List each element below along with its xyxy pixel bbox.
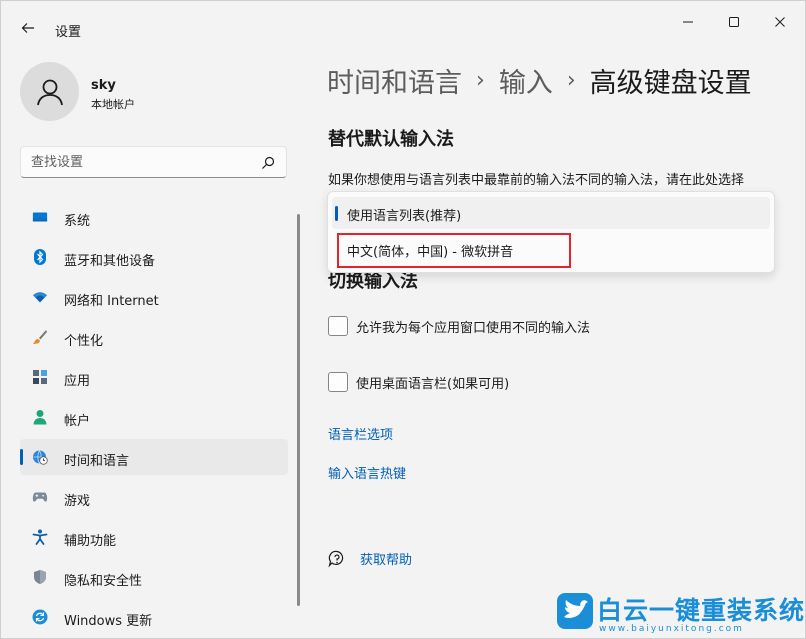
sidebar-item-network[interactable]: 网络和 Internet — [20, 279, 288, 315]
update-icon — [32, 609, 48, 625]
language-bar-options-link[interactable]: 语言栏选项 — [328, 424, 393, 443]
sidebar-item-accounts[interactable]: 帐户 — [20, 399, 288, 435]
maximize-icon — [729, 17, 739, 27]
dropdown-option-label: 中文(简体，中国) - 微软拼音 — [347, 245, 514, 260]
wifi-icon — [32, 289, 48, 305]
user-name: sky — [91, 78, 116, 93]
sidebar-item-personalization[interactable]: 个性化 — [20, 319, 288, 355]
sidebar-item-apps[interactable]: 应用 — [20, 359, 288, 395]
checkbox-label: 允许我为每个应用窗口使用不同的输入法 — [356, 320, 591, 336]
per-app-input-method-row[interactable]: 允许我为每个应用窗口使用不同的输入法 — [328, 315, 590, 337]
search-icon[interactable] — [260, 155, 276, 171]
input-language-hotkeys-link[interactable]: 输入语言热键 — [328, 463, 406, 482]
back-button[interactable] — [15, 15, 41, 41]
sidebar-item-label: 蓝牙和其他设备 — [64, 254, 156, 269]
apps-icon — [32, 369, 48, 385]
watermark: 白云一键重装系统 www.baiyunxitong.com — [557, 591, 806, 638]
desktop-language-bar-checkbox[interactable] — [328, 372, 348, 392]
sidebar-item-label: 辅助功能 — [64, 534, 117, 549]
title-bar: 设置 — [1, 1, 805, 47]
sidebar-item-label: 游戏 — [64, 494, 91, 509]
sidebar-item-time-language[interactable]: 时间和语言 — [20, 439, 288, 475]
dropdown-option-language-list[interactable]: 使用语言列表(推荐) — [332, 197, 770, 229]
sidebar-item-label: Windows 更新 — [64, 614, 153, 629]
accessibility-icon — [32, 529, 48, 545]
avatar[interactable] — [20, 62, 79, 121]
get-help[interactable]: 获取帮助 — [328, 549, 412, 568]
bird-logo-icon — [557, 593, 593, 629]
get-help-label: 获取帮助 — [360, 553, 413, 568]
sidebar-item-label: 隐私和安全性 — [64, 574, 143, 589]
watermark-text: 白云一键重装系统 — [597, 596, 806, 625]
sidebar-item-label: 系统 — [64, 214, 91, 229]
person-icon — [32, 409, 48, 425]
settings-window: 设置 sky 本地帐户 系统 蓝牙和其他设 — [0, 0, 806, 639]
per-app-input-method-checkbox[interactable] — [328, 316, 348, 336]
checkbox-label: 使用桌面语言栏(如果可用) — [356, 376, 510, 392]
sidebar-scrollbar[interactable] — [297, 214, 300, 606]
globe-clock-icon — [32, 449, 48, 465]
sidebar-item-label: 网络和 Internet — [64, 294, 159, 309]
chevron-right-icon: › — [566, 68, 576, 93]
sidebar-item-privacy[interactable]: 隐私和安全性 — [20, 559, 288, 595]
input-method-dropdown-list: 使用语言列表(推荐) 中文(简体，中国) - 微软拼音 — [327, 191, 775, 273]
sidebar-item-bluetooth[interactable]: 蓝牙和其他设备 — [20, 239, 288, 275]
override-section-title: 替代默认输入法 — [328, 129, 454, 150]
chevron-right-icon: › — [476, 68, 485, 93]
search-input[interactable] — [31, 153, 251, 171]
sidebar-item-gaming[interactable]: 游戏 — [20, 479, 288, 515]
breadcrumb-time-language[interactable]: 时间和语言 — [327, 61, 462, 100]
page-title: 高级键盘设置 — [589, 68, 752, 99]
desktop-language-bar-row[interactable]: 使用桌面语言栏(如果可用) — [328, 371, 509, 393]
sidebar-nav: 系统 蓝牙和其他设备 网络和 Internet 个性化 应用 帐户 时间和语言 — [20, 199, 288, 638]
sidebar-item-windows-update[interactable]: Windows 更新 — [20, 599, 288, 635]
dropdown-option-microsoft-pinyin[interactable]: 中文(简体，中国) - 微软拼音 — [332, 233, 770, 265]
close-icon — [775, 17, 785, 27]
watermark-url: www.baiyunxitong.com — [599, 624, 744, 634]
sidebar-item-label: 帐户 — [64, 414, 91, 429]
help-chat-icon — [328, 550, 344, 567]
window-title: 设置 — [55, 25, 82, 40]
breadcrumb: 时间和语言 › 输入 › 高级键盘设置 — [327, 61, 752, 100]
breadcrumb-input[interactable]: 输入 — [499, 61, 553, 100]
gamepad-icon — [32, 489, 48, 505]
minimize-button[interactable] — [665, 7, 711, 37]
override-description: 如果你想使用与语言列表中最靠前的输入法不同的输入法，请在此处选择 — [328, 173, 745, 188]
account-type: 本地帐户 — [91, 98, 135, 111]
monitor-icon — [32, 209, 48, 225]
shield-icon — [32, 569, 48, 585]
sidebar-item-system[interactable]: 系统 — [20, 199, 288, 235]
search-box[interactable] — [20, 146, 287, 178]
sidebar-item-label: 个性化 — [64, 334, 104, 349]
brush-icon — [32, 329, 48, 345]
maximize-button[interactable] — [711, 7, 757, 37]
person-avatar-icon — [36, 79, 63, 105]
close-button[interactable] — [757, 7, 803, 37]
sidebar-item-label: 时间和语言 — [64, 454, 130, 469]
sidebar-item-accessibility[interactable]: 辅助功能 — [20, 519, 288, 555]
sidebar-item-label: 应用 — [64, 374, 91, 389]
back-arrow-icon — [21, 23, 34, 33]
bluetooth-icon — [32, 249, 48, 265]
dropdown-option-label: 使用语言列表(推荐) — [347, 209, 462, 224]
minimize-icon — [683, 21, 693, 23]
